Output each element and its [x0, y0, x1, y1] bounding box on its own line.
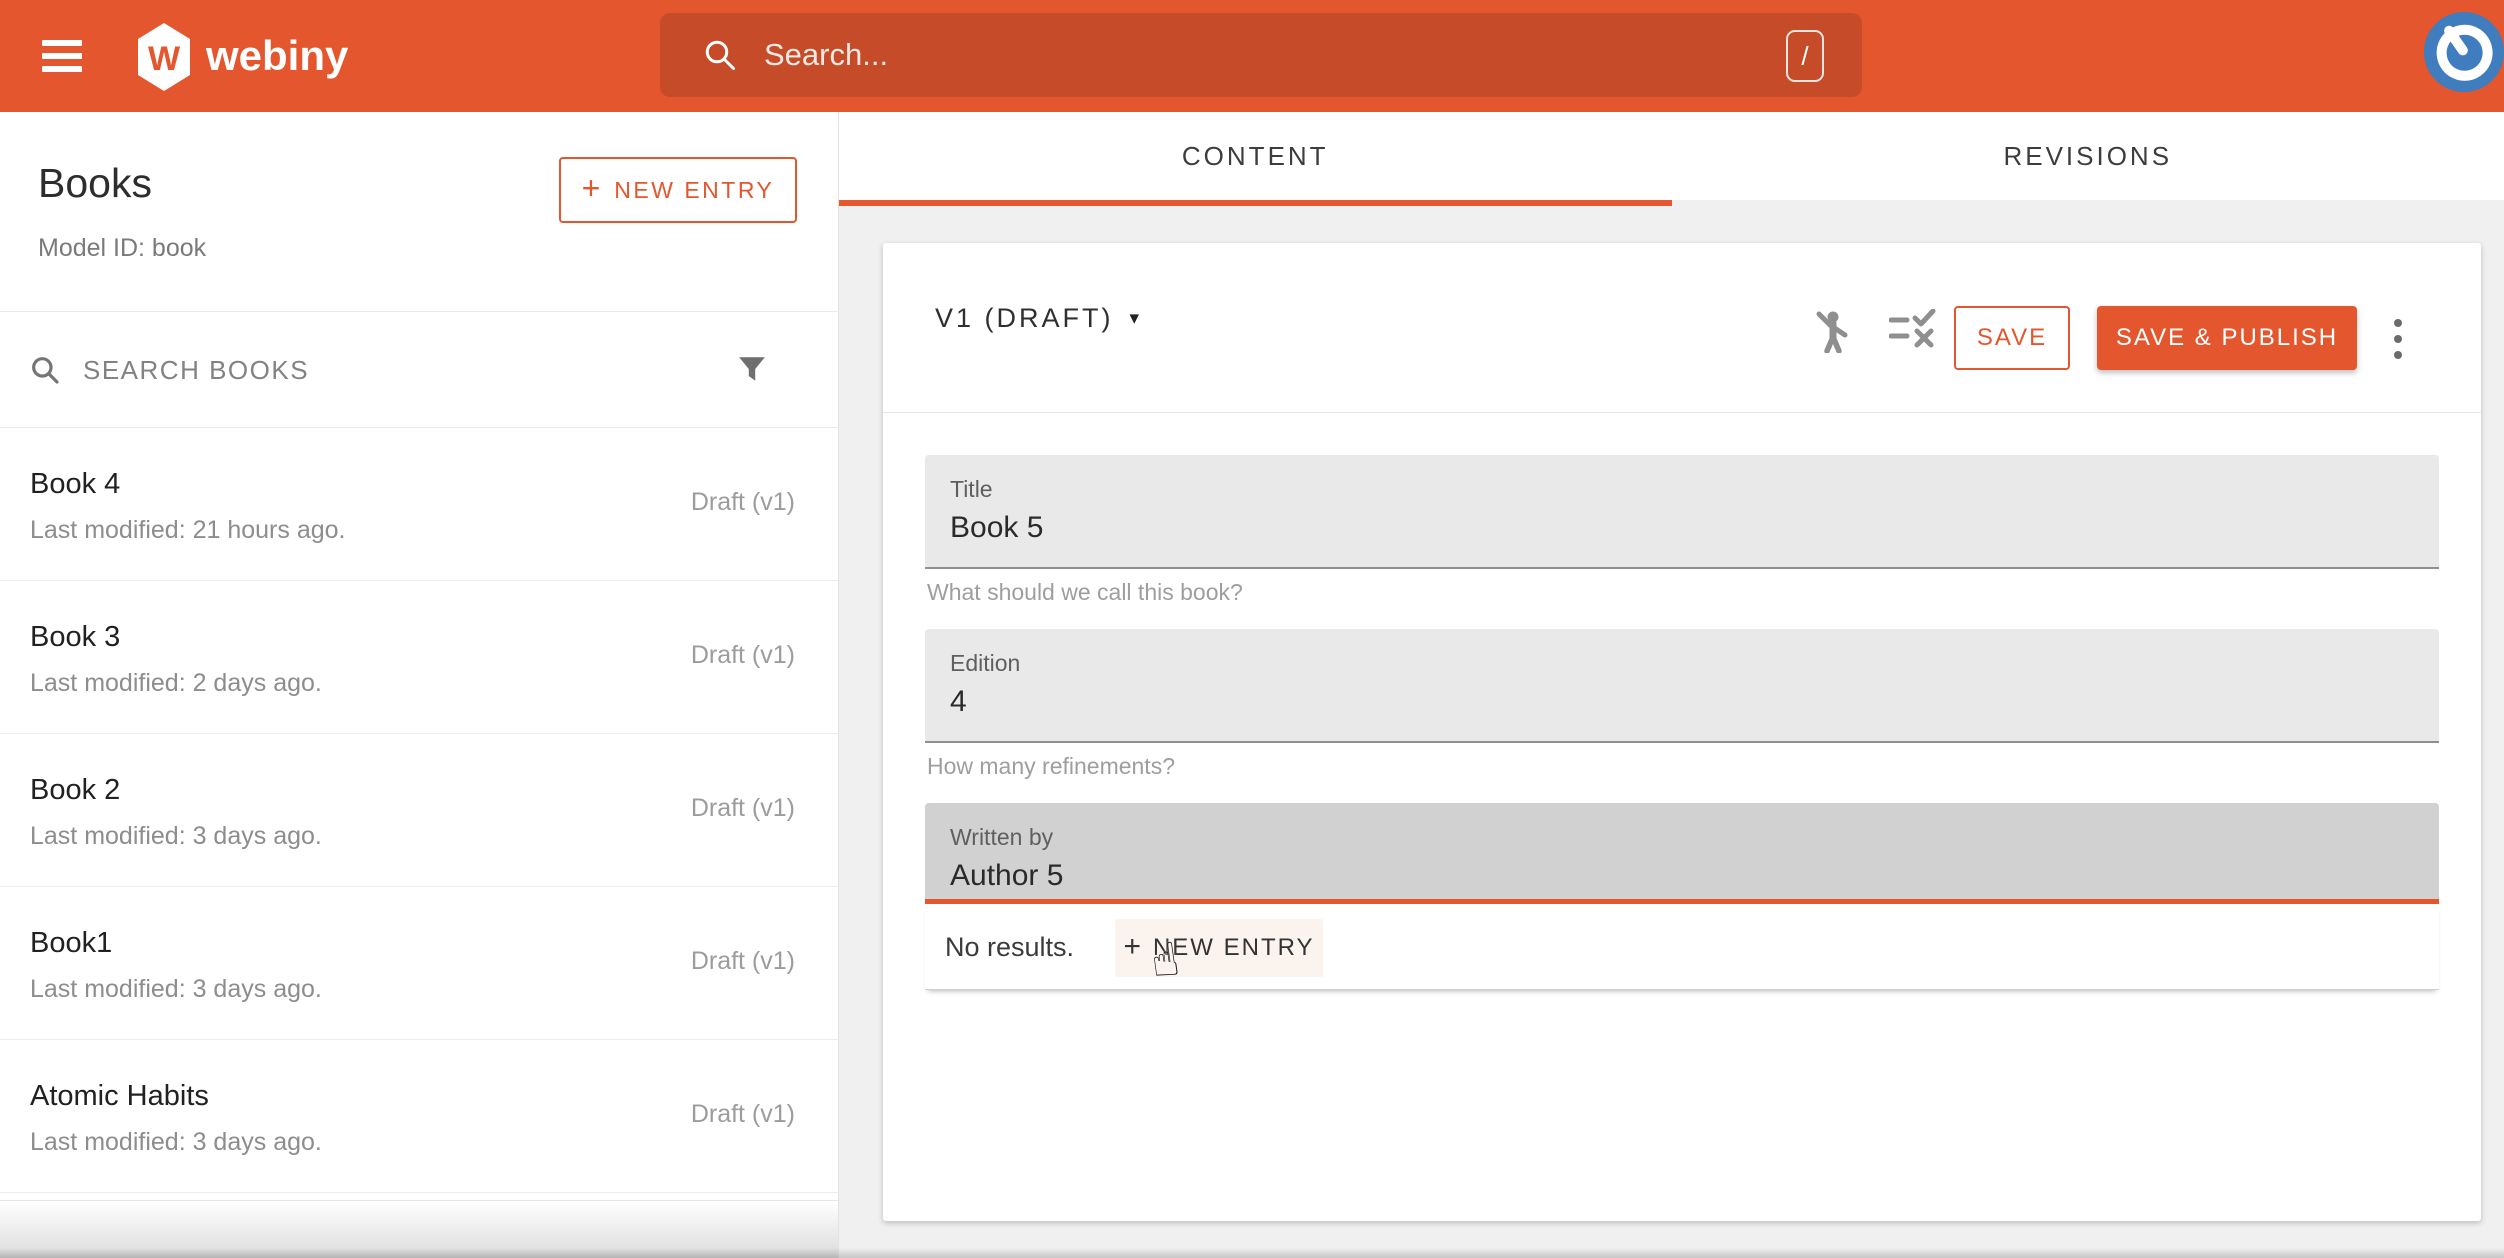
save-button[interactable]: SAVE: [1954, 306, 2070, 370]
title-input-box[interactable]: Title: [925, 455, 2439, 569]
user-avatar[interactable]: [2424, 12, 2504, 92]
sidebar-search-row: [0, 312, 838, 428]
edition-field-label: Edition: [950, 650, 1020, 677]
title-input[interactable]: [950, 511, 2350, 545]
slash-shortcut-key: /: [1786, 30, 1824, 82]
book-title: Book 2: [30, 774, 120, 807]
page-bottom-fade: [0, 1248, 2504, 1258]
search-icon: [29, 354, 61, 386]
status-badge: Draft (v1): [691, 947, 795, 976]
svg-text:W: W: [148, 40, 181, 78]
chevron-down-icon: ▾: [1130, 307, 1143, 330]
book-title: Book 3: [30, 621, 120, 654]
list-item[interactable]: Book 2 Last modified: 3 days ago. Draft …: [0, 734, 838, 887]
sidebar-header: Books Model ID: book + NEW ENTRY: [0, 112, 838, 312]
reference-new-entry-button[interactable]: + NEW ENTRY: [1115, 919, 1323, 977]
book-last-modified: Last modified: 3 days ago.: [30, 975, 322, 1004]
book-title: Book1: [30, 927, 112, 960]
hamburger-menu-icon[interactable]: [42, 40, 82, 72]
plus-icon: +: [582, 170, 601, 207]
tab-content[interactable]: CONTENT: [839, 112, 1672, 200]
entry-form-card: V1 (DRAFT) ▾: [883, 243, 2481, 1221]
global-search-input[interactable]: [764, 13, 1724, 97]
book-last-modified: Last modified: 21 hours ago.: [30, 516, 345, 545]
list-item[interactable]: Book1 Last modified: 3 days ago. Draft (…: [0, 887, 838, 1040]
global-search-bar[interactable]: /: [660, 13, 1862, 97]
top-app-bar: W webiny /: [0, 0, 2504, 112]
validation-checklist-icon[interactable]: [1889, 309, 1937, 349]
edition-input[interactable]: [950, 685, 2350, 719]
book-list: Book 4 Last modified: 21 hours ago. Draf…: [0, 428, 838, 1193]
entries-sidebar: Books Model ID: book + NEW ENTRY Book 4 …: [0, 112, 839, 1258]
title-helper-text: What should we call this book?: [925, 579, 2439, 606]
editor-workarea: V1 (DRAFT) ▾: [839, 206, 2504, 1258]
book-title: Atomic Habits: [30, 1080, 209, 1113]
status-badge: Draft (v1): [691, 488, 795, 517]
book-last-modified: Last modified: 3 days ago.: [30, 822, 322, 851]
field-edition: Edition How many refinements?: [925, 629, 2439, 780]
search-books-input[interactable]: [83, 312, 683, 428]
tab-content-label: CONTENT: [1182, 141, 1329, 172]
list-item[interactable]: Atomic Habits Last modified: 3 days ago.…: [0, 1040, 838, 1193]
request-review-icon[interactable]: [1811, 309, 1853, 353]
reference-new-entry-label: NEW ENTRY: [1153, 934, 1315, 962]
field-written-by: Written by No results. + NEW ENTRY: [925, 803, 2439, 990]
revision-selector[interactable]: V1 (DRAFT) ▾: [935, 303, 1142, 334]
book-last-modified: Last modified: 3 days ago.: [30, 1128, 322, 1157]
edition-helper-text: How many refinements?: [925, 753, 2439, 780]
reference-dropdown: No results. + NEW ENTRY: [925, 904, 2439, 990]
new-entry-button-label: NEW ENTRY: [614, 177, 774, 204]
list-item[interactable]: Book 3 Last modified: 2 days ago. Draft …: [0, 581, 838, 734]
edition-input-box[interactable]: Edition: [925, 629, 2439, 743]
plus-icon: +: [1123, 930, 1141, 964]
revision-selector-label: V1 (DRAFT): [935, 303, 1114, 334]
tab-revisions-label: REVISIONS: [2003, 141, 2172, 172]
tab-revisions[interactable]: REVISIONS: [1672, 112, 2504, 200]
page-title: Books: [38, 160, 152, 207]
power-icon: [2424, 12, 2504, 92]
search-icon: [702, 37, 738, 73]
new-entry-button[interactable]: + NEW ENTRY: [559, 157, 797, 223]
no-results-text: No results.: [945, 932, 1074, 963]
book-title: Book 4: [30, 468, 120, 501]
written-by-input[interactable]: [950, 859, 2350, 893]
status-badge: Draft (v1): [691, 641, 795, 670]
written-by-input-box[interactable]: Written by: [925, 803, 2439, 904]
editor-tabbar: CONTENT REVISIONS: [839, 112, 2504, 200]
entry-toolbar: V1 (DRAFT) ▾: [883, 243, 2481, 413]
more-options-icon[interactable]: [2383, 299, 2413, 379]
status-badge: Draft (v1): [691, 794, 795, 823]
field-title: Title What should we call this book?: [925, 455, 2439, 606]
book-last-modified: Last modified: 2 days ago.: [30, 669, 322, 698]
brand-wordmark: webiny: [206, 32, 348, 80]
title-field-label: Title: [950, 476, 993, 503]
entry-editor-area: CONTENT REVISIONS V1 (DRAFT) ▾: [839, 112, 2504, 1258]
save-and-publish-button[interactable]: SAVE & PUBLISH: [2097, 306, 2357, 370]
model-id-label: Model ID: book: [38, 234, 206, 263]
webiny-logo-icon[interactable]: W: [138, 23, 190, 91]
status-badge: Draft (v1): [691, 1100, 795, 1129]
written-by-field-label: Written by: [950, 824, 1053, 851]
list-item[interactable]: Book 4 Last modified: 21 hours ago. Draf…: [0, 428, 838, 581]
filter-icon[interactable]: [737, 354, 767, 384]
